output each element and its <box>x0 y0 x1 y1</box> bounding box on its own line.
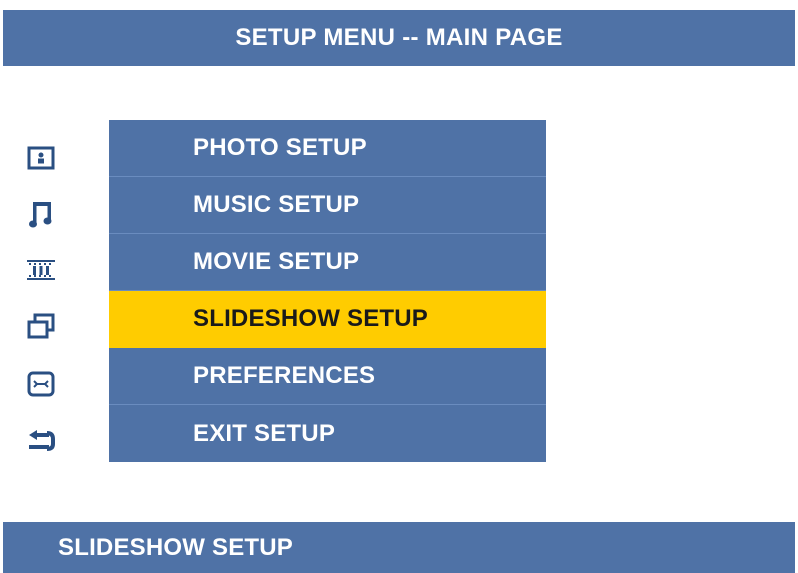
setup-menu: PHOTO SETUP MUSIC SETUP MOVIE SETUP SLID… <box>109 120 546 462</box>
preferences-icon[interactable] <box>21 364 61 404</box>
menu-item-movie-setup[interactable]: MOVIE SETUP <box>109 234 546 291</box>
menu-item-exit-setup[interactable]: EXIT SETUP <box>109 405 546 462</box>
photo-icon[interactable] <box>21 138 61 178</box>
exit-arrow-icon[interactable] <box>21 420 61 460</box>
page-title: SETUP MENU -- MAIN PAGE <box>3 10 795 66</box>
slideshow-icon[interactable] <box>21 306 61 346</box>
status-bar: SLIDESHOW SETUP <box>3 522 795 573</box>
film-strip-icon[interactable] <box>21 250 61 290</box>
menu-item-photo-setup[interactable]: PHOTO SETUP <box>109 120 546 177</box>
setup-screen: SETUP MENU -- MAIN PAGE PHOTO SETUP MUSI… <box>3 10 795 573</box>
menu-item-slideshow-setup[interactable]: SLIDESHOW SETUP <box>109 291 546 348</box>
music-note-icon[interactable] <box>21 194 61 234</box>
menu-item-preferences[interactable]: PREFERENCES <box>109 348 546 405</box>
menu-item-music-setup[interactable]: MUSIC SETUP <box>109 177 546 234</box>
